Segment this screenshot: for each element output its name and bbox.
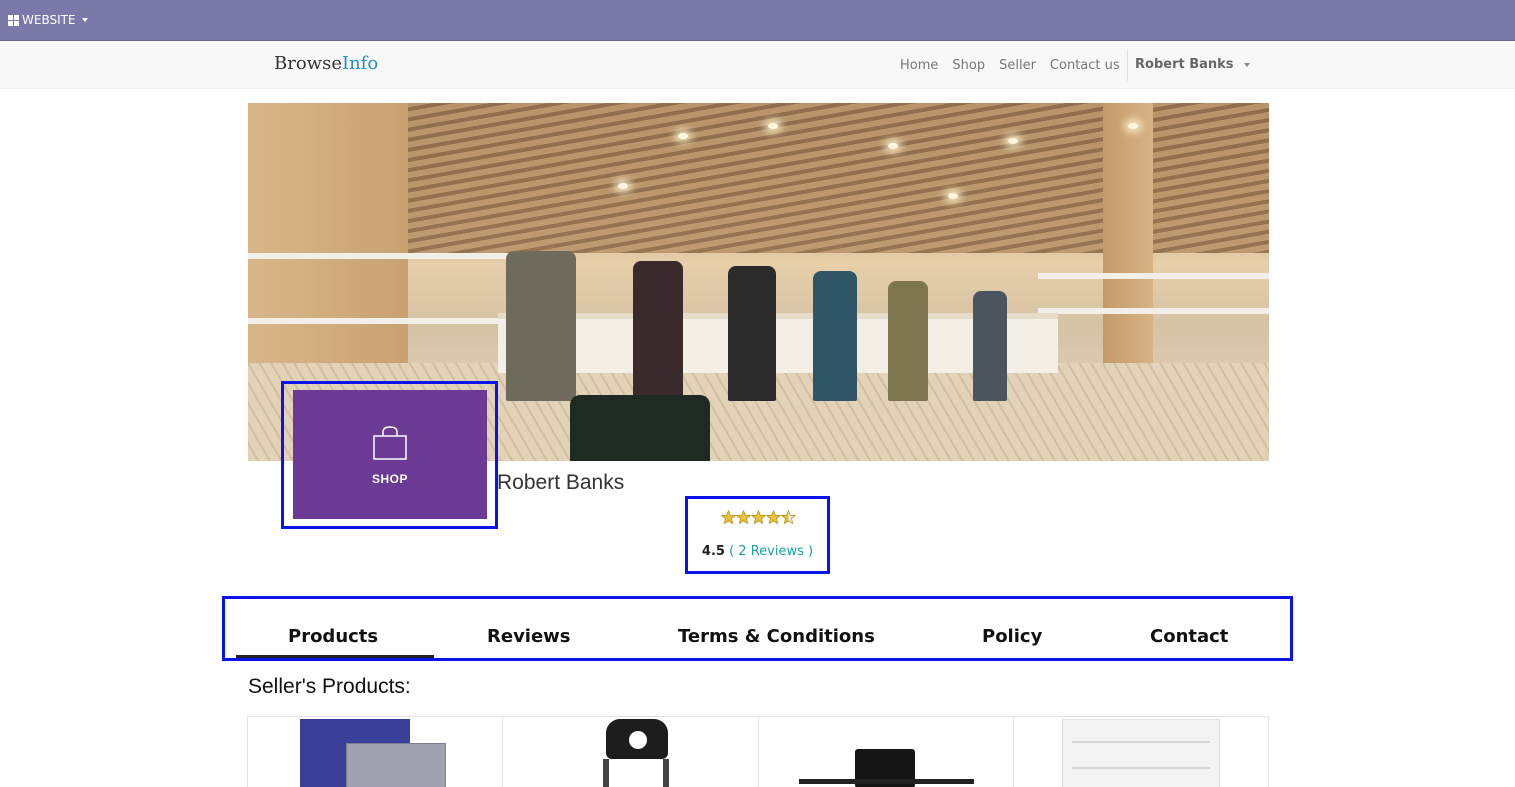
rating-summary: 4.5 ( 2 Reviews ) [688, 544, 827, 559]
nav-shop-link[interactable]: Shop [952, 58, 985, 73]
banner-lamp [888, 143, 898, 149]
nav-links: Home Shop Seller Contact us [900, 41, 1134, 89]
nav-divider [1127, 49, 1128, 81]
banner-lamp [1008, 138, 1018, 144]
banner-suitcase [570, 395, 710, 461]
tab-contact[interactable]: Contact [1150, 626, 1228, 647]
product-card[interactable] [503, 717, 759, 787]
reviews-count-link[interactable]: ( 2 Reviews ) [729, 544, 813, 559]
product-image-leg [603, 759, 610, 787]
apps-grid-icon [8, 14, 19, 26]
chevron-down-icon [1243, 62, 1250, 67]
star-full-icon [766, 510, 781, 525]
banner-shelf [248, 318, 508, 324]
products-grid [247, 716, 1269, 787]
brand-text-main: Browse [274, 53, 342, 74]
product-image-desk [798, 779, 974, 784]
nav-contact-link[interactable]: Contact us [1050, 58, 1120, 73]
banner-person [633, 261, 683, 401]
brand-logo[interactable]: BrowseInfo [274, 53, 378, 74]
banner-person [888, 281, 928, 401]
shop-logo-label: SHOP [371, 472, 408, 486]
tab-reviews[interactable]: Reviews [487, 626, 571, 647]
seller-name: Robert Banks [497, 471, 625, 494]
product-card[interactable] [1014, 717, 1268, 787]
product-card[interactable] [759, 717, 1014, 787]
nav-home-link[interactable]: Home [900, 58, 938, 73]
banner-person [813, 271, 857, 401]
rating-score: 4.5 [701, 544, 725, 559]
banner-shelf [1038, 308, 1269, 314]
product-image-drawer-line [1071, 767, 1210, 769]
banner-person [973, 291, 1007, 401]
banner-lamp [678, 133, 688, 139]
star-full-icon [736, 510, 751, 525]
website-menu-button[interactable]: WEBSITE [8, 13, 88, 27]
star-half-icon [781, 510, 796, 525]
banner-person [506, 251, 576, 401]
seller-tabs: Products Reviews Terms & Conditions Poli… [222, 596, 1293, 661]
nav-seller-link[interactable]: Seller [999, 58, 1036, 73]
tab-terms[interactable]: Terms & Conditions [678, 626, 875, 647]
star-full-icon [751, 510, 766, 525]
star-full-icon [721, 510, 736, 525]
tab-policy[interactable]: Policy [982, 626, 1042, 647]
admin-bar: WEBSITE [0, 0, 1515, 41]
product-image-leg [663, 759, 670, 787]
banner-shelf [248, 253, 508, 259]
product-card[interactable] [248, 717, 504, 787]
banner-lamp [618, 183, 628, 189]
rating-stars [721, 510, 796, 525]
banner-shelf [1038, 273, 1269, 279]
banner-lamp [768, 123, 778, 129]
site-navbar: BrowseInfo Home Shop Seller Contact us R… [0, 41, 1515, 89]
section-title: Seller's Products: [248, 675, 411, 698]
product-image-panel [346, 743, 446, 787]
user-name: Robert Banks [1135, 57, 1234, 72]
banner-lamp [1128, 123, 1138, 129]
active-tab-indicator [236, 655, 434, 658]
brand-text-accent: Info [341, 53, 379, 74]
product-image [1061, 719, 1220, 787]
product-image-drawer-line [1071, 741, 1210, 743]
chevron-down-icon [81, 18, 88, 22]
banner-person [728, 266, 776, 401]
website-menu-label: WEBSITE [22, 13, 76, 27]
tab-products[interactable]: Products [288, 626, 378, 647]
banner-lamp [948, 193, 958, 199]
user-menu-button[interactable]: Robert Banks [1135, 57, 1250, 72]
rating-box: 4.5 ( 2 Reviews ) [685, 496, 830, 574]
shop-logo[interactable]: SHOP [293, 390, 487, 519]
shopping-bag-icon [373, 426, 407, 460]
